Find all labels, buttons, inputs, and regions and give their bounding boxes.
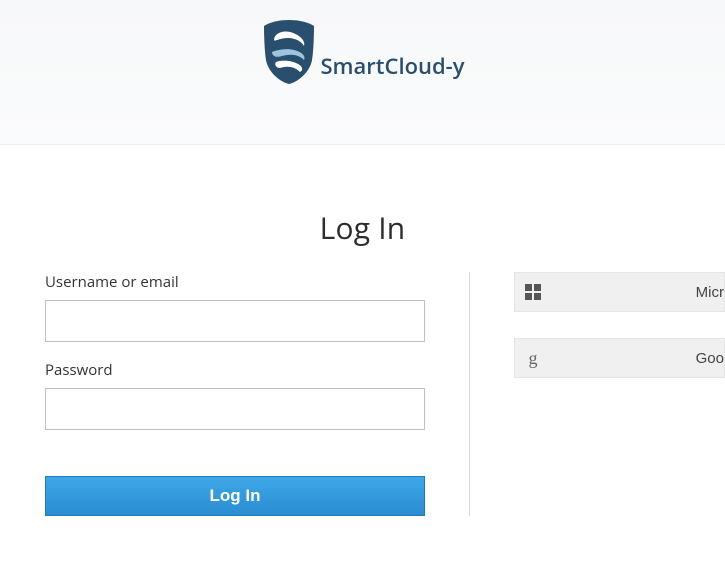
google-icon: g xyxy=(515,348,551,369)
brand-shield-icon xyxy=(260,18,318,86)
password-label: Password xyxy=(45,360,425,380)
microsoft-label: Micr xyxy=(551,284,724,301)
password-input[interactable] xyxy=(45,388,425,430)
google-label: Goo xyxy=(551,350,724,367)
google-login-button[interactable]: g Goo xyxy=(514,338,725,378)
brand-logo: SmartCloud-y xyxy=(260,18,464,86)
microsoft-login-button[interactable]: Micr xyxy=(514,272,725,312)
page-title: Log In xyxy=(0,207,725,248)
login-button[interactable]: Log In xyxy=(45,476,425,516)
username-input[interactable] xyxy=(45,300,425,342)
username-label: Username or email xyxy=(45,272,425,292)
sso-providers: Micr g Goo xyxy=(470,272,725,516)
login-form: Username or email Password Log In xyxy=(45,272,470,516)
login-content: Username or email Password Log In Micr g xyxy=(0,272,725,516)
header: SmartCloud-y xyxy=(0,0,725,145)
brand-name: SmartCloud-y xyxy=(320,51,464,81)
windows-icon xyxy=(515,284,551,300)
